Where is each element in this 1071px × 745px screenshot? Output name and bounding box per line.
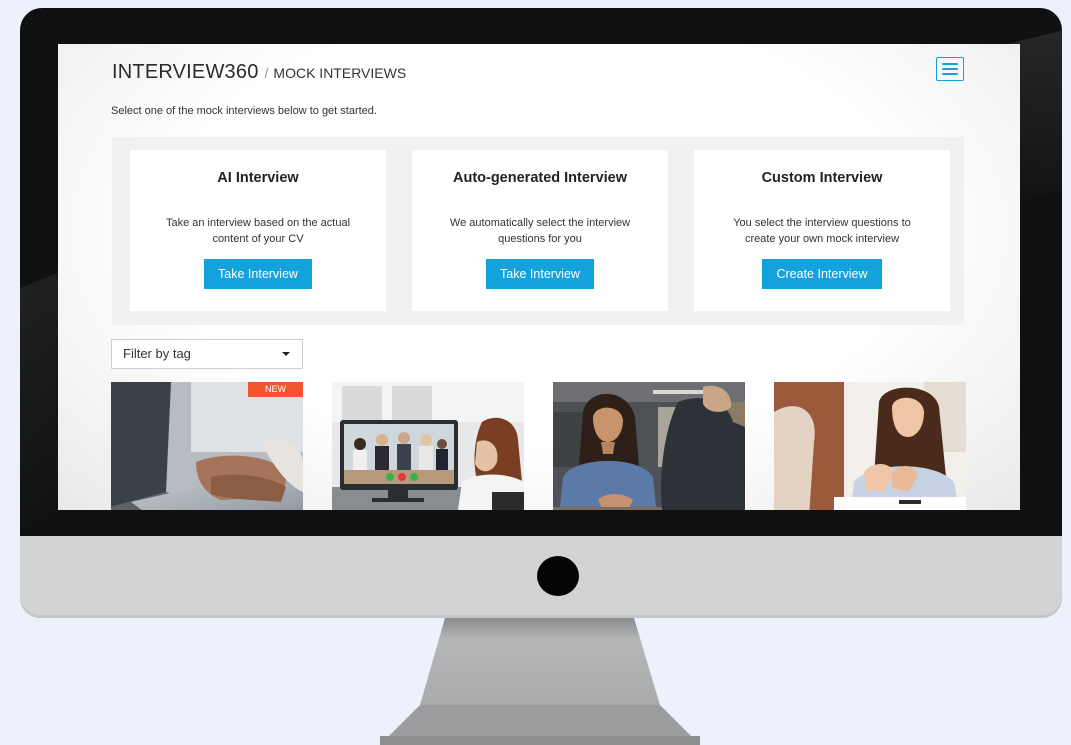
monitor-stand <box>380 618 700 745</box>
